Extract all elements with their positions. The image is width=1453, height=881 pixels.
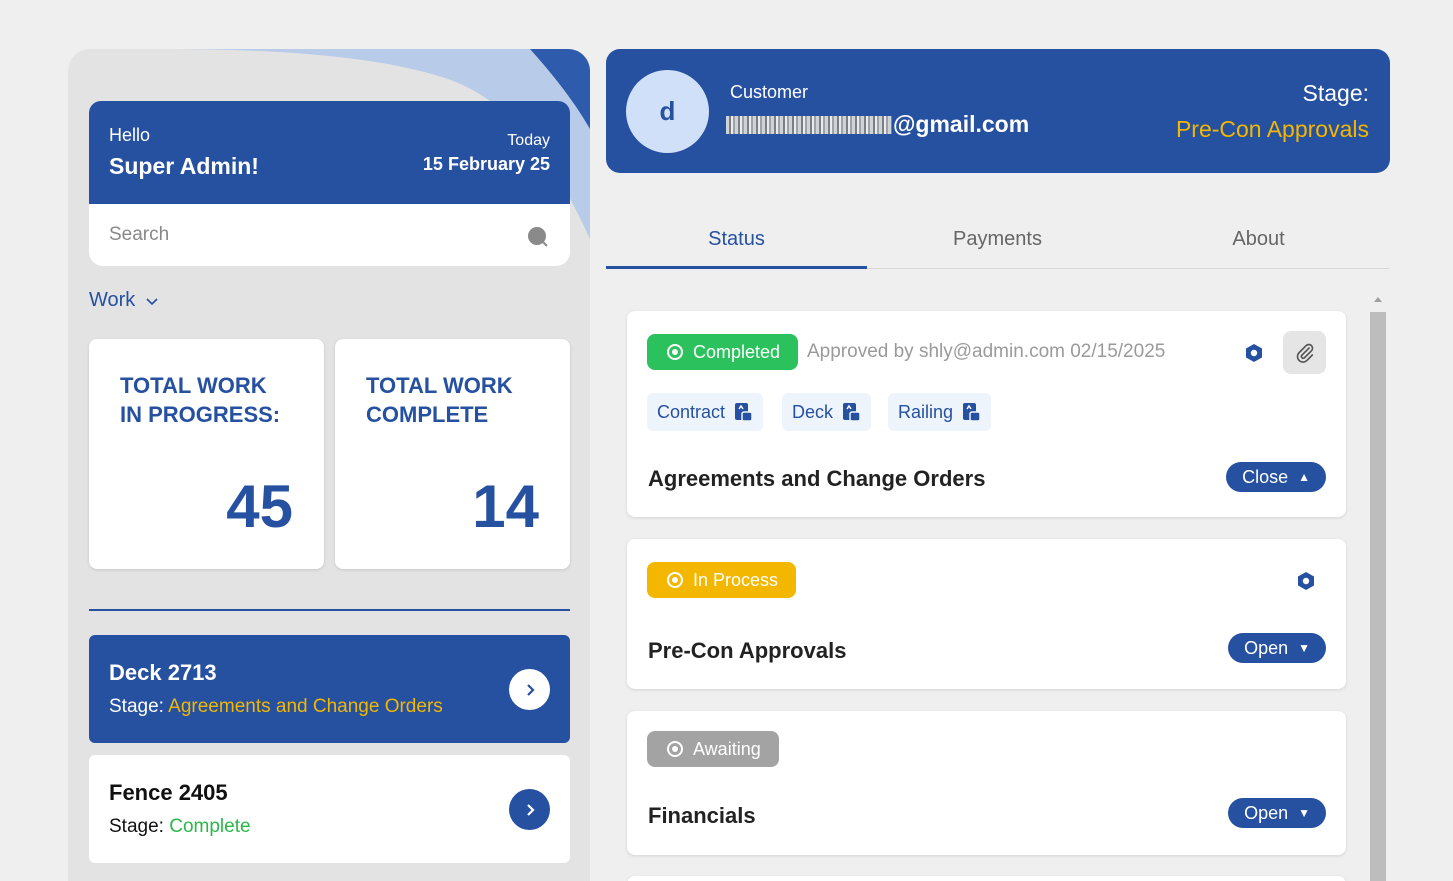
status-badge-label: Awaiting [693,738,761,759]
stage-card [627,876,1346,881]
status-dot-icon [667,741,683,757]
stage-title: Pre-Con Approvals [648,638,847,663]
document-label: Contract [657,401,726,422]
customer-header: d Customer @gmail.com Stage: Pre-Con App… [606,49,1390,173]
search-icon[interactable] [527,226,548,247]
tab-about[interactable]: About [1128,220,1389,268]
tab-bar: Status Payments About [606,220,1389,269]
document-label: Deck [792,401,834,422]
avatar: d [626,70,709,153]
status-dot-icon [667,572,683,588]
status-badge-awaiting: Awaiting [647,731,779,767]
stage-card: Awaiting Financials Open ▼ [627,711,1346,855]
customer-email-suffix: @gmail.com [893,111,1030,137]
approval-info: Approved by shly@admin.com 02/15/2025 [807,341,1166,362]
scrollbar[interactable] [1369,296,1387,881]
stage-title: Financials [648,803,756,828]
document-chip-railing[interactable]: Railing [888,393,992,431]
scrollbar-thumb[interactable] [1370,312,1386,881]
file-upload-icon [843,403,861,422]
caret-up-icon: ▲ [1298,470,1310,484]
tab-status[interactable]: Status [606,220,867,269]
gear-icon[interactable] [1296,571,1316,591]
chevron-down-icon [146,297,158,305]
project-title: Deck 2713 [109,660,217,685]
work-filter-label: Work [89,289,136,311]
tab-payments[interactable]: Payments [867,220,1128,268]
user-name: Super Admin! [109,153,259,179]
caret-down-icon: ▼ [1298,641,1310,655]
caret-down-icon: ▼ [1298,806,1310,820]
divider [89,609,570,611]
chevron-right-icon [526,683,535,696]
chevron-right-icon [526,803,535,816]
greeting-hello: Hello [109,125,151,145]
project-stage: Stage: Agreements and Change Orders [109,696,443,718]
work-filter-dropdown[interactable]: Work [89,289,159,312]
status-dot-icon [667,344,683,360]
stage-title: Agreements and Change Orders [648,466,986,491]
file-upload-icon [735,403,753,422]
attachment-button[interactable] [1283,331,1326,374]
stage-card: In Process Pre-Con Approvals Open ▼ [627,539,1346,689]
toggle-label: Open [1244,637,1289,658]
project-stage-label: Stage: [109,816,164,837]
document-label: Railing [898,401,954,422]
scroll-up-arrow[interactable] [1374,297,1382,302]
file-upload-icon [963,403,981,422]
paperclip-icon [1296,343,1313,363]
search-input[interactable] [109,222,509,248]
today-date: 15 February 25 [422,154,550,174]
status-badge-completed: Completed [647,334,799,370]
today-label: Today [507,132,550,149]
close-stage-button[interactable]: Close ▲ [1226,462,1326,492]
stage-value: Pre-Con Approvals [1175,116,1369,142]
stat-value: 14 [472,473,539,540]
project-title: Fence 2405 [109,780,228,805]
project-stage-value: Complete [169,816,251,837]
project-card[interactable]: Deck 2713 Stage: Agreements and Change O… [89,635,570,743]
open-project-button[interactable] [509,669,550,710]
open-stage-button[interactable]: Open ▼ [1228,798,1326,828]
customer-email: @gmail.com [726,111,1029,138]
document-chip-deck[interactable]: Deck [782,393,872,431]
stage-card: Completed Approved by shly@admin.com 02/… [627,311,1346,517]
gear-icon[interactable] [1244,343,1264,363]
status-badge-in-process: In Process [647,562,797,598]
greeting-card: Hello Super Admin! Today 15 February 25 [89,101,570,204]
customer-label: Customer [730,82,809,102]
stat-card-in-progress: TOTAL WORK IN PROGRESS: 45 [89,339,324,569]
open-project-button[interactable] [509,789,550,830]
open-stage-button[interactable]: Open ▼ [1228,633,1326,663]
status-badge-label: Completed [693,341,781,362]
search-box [89,204,570,266]
stat-label: TOTAL WORK IN PROGRESS: [120,373,281,427]
toggle-label: Close [1242,466,1289,487]
toggle-label: Open [1244,802,1289,823]
status-badge-label: In Process [693,569,779,590]
document-chip-contract[interactable]: Contract [647,393,764,431]
project-card[interactable]: Fence 2405 Stage: Complete [89,755,570,863]
stat-label: TOTAL WORK COMPLETE [366,373,513,427]
project-stage: Stage: Complete [109,816,251,838]
redacted-email-prefix [726,115,892,134]
left-panel: Hello Super Admin! Today 15 February 25 … [68,49,590,881]
stage-label: Stage: [1302,80,1370,106]
stat-value: 45 [226,473,293,540]
stat-card-complete: TOTAL WORK COMPLETE 14 [335,339,570,569]
project-stage-label: Stage: [109,696,164,717]
project-stage-value: Agreements and Change Orders [168,696,443,717]
